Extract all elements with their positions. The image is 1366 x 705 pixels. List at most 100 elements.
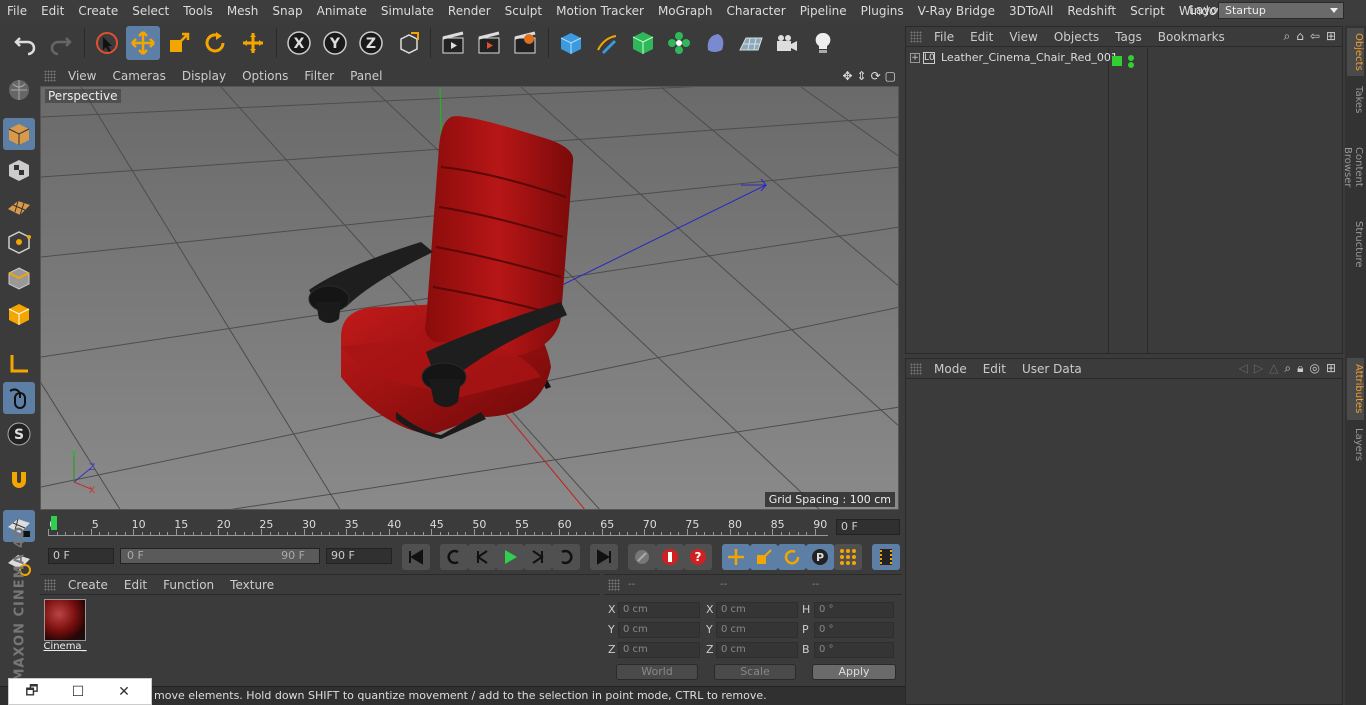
menu-redshift[interactable]: Redshift: [1060, 4, 1123, 18]
previous-frame-button[interactable]: [468, 544, 496, 570]
material-swatch[interactable]: Cinema_: [43, 599, 87, 655]
layer-color-icon[interactable]: [1112, 56, 1122, 66]
goto-start-button[interactable]: [402, 544, 430, 570]
object-name[interactable]: Leather_Cinema_Chair_Red_001: [941, 51, 1118, 64]
light-button[interactable]: [806, 26, 840, 60]
render-settings-button[interactable]: [508, 26, 542, 60]
layout-select[interactable]: Startup: [1218, 2, 1344, 19]
menu-render[interactable]: Render: [441, 4, 498, 18]
maximize-view-icon[interactable]: ▢: [885, 69, 896, 83]
menu-plugins[interactable]: Plugins: [854, 4, 911, 18]
maximize-window-icon[interactable]: ☐: [55, 684, 101, 700]
undo-button[interactable]: [8, 26, 42, 60]
recent-tools-button[interactable]: [236, 26, 270, 60]
viewport-menu-options[interactable]: Options: [234, 69, 296, 83]
rotation-field[interactable]: 0 °: [814, 622, 894, 638]
menu-select[interactable]: Select: [125, 4, 176, 18]
render-picture-viewer-button[interactable]: [472, 26, 506, 60]
rotation-field[interactable]: 0 °: [814, 602, 894, 618]
up-arrow-icon[interactable]: △: [1269, 361, 1278, 376]
x-axis-lock-button[interactable]: X: [282, 26, 316, 60]
polygons-mode-button[interactable]: [3, 298, 35, 330]
new-window-icon[interactable]: ⊞: [1326, 361, 1336, 376]
search-icon[interactable]: ⌕: [1284, 361, 1291, 376]
lock-icon[interactable]: 🔒︎: [1297, 361, 1303, 376]
menu-file[interactable]: File: [0, 4, 34, 18]
points-mode-button[interactable]: [3, 226, 35, 258]
timeline-window-button[interactable]: [872, 544, 900, 570]
tab-objects[interactable]: Objects: [1347, 28, 1364, 76]
cloner-button[interactable]: [662, 26, 696, 60]
key-pla-button[interactable]: [834, 544, 862, 570]
size-mode-select[interactable]: Scale: [714, 664, 796, 680]
attributes-menu-mode[interactable]: Mode: [926, 362, 975, 376]
menu-simulate[interactable]: Simulate: [374, 4, 441, 18]
current-frame-field[interactable]: 0 F: [836, 519, 900, 535]
minimize-window-icon[interactable]: 🗗: [9, 680, 55, 704]
z-axis-lock-button[interactable]: Z: [354, 26, 388, 60]
viewport-menu-cameras[interactable]: Cameras: [104, 69, 173, 83]
menu-script[interactable]: Script: [1123, 4, 1172, 18]
coordinate-space-select[interactable]: World: [616, 664, 698, 680]
rotation-field[interactable]: 0 °: [814, 642, 894, 658]
key-scale-button[interactable]: [750, 544, 778, 570]
tab-layers[interactable]: Layers: [1347, 424, 1364, 464]
object-row-chair[interactable]: + L0 Leather_Cinema_Chair_Red_001: [910, 51, 1118, 64]
record-keys-button[interactable]: [628, 544, 656, 570]
attributes-menu-user-data[interactable]: User Data: [1014, 362, 1090, 376]
menu-tools[interactable]: Tools: [176, 4, 220, 18]
viewport-menu-view[interactable]: View: [60, 69, 104, 83]
search-icon[interactable]: ⌕: [1284, 29, 1291, 44]
edges-mode-button[interactable]: [3, 262, 35, 294]
texture-mode-button[interactable]: [3, 154, 35, 186]
menu-mograph[interactable]: MoGraph: [651, 4, 720, 18]
menu-mesh[interactable]: Mesh: [220, 4, 266, 18]
objects-menu-bookmarks[interactable]: Bookmarks: [1150, 30, 1233, 44]
camera-label[interactable]: Perspective: [45, 89, 121, 103]
snap-magnet-button[interactable]: [3, 464, 35, 496]
position-field[interactable]: 0 cm: [618, 602, 700, 618]
tab-content-browser[interactable]: Content Browser: [1342, 122, 1364, 212]
new-window-icon[interactable]: ⊞: [1326, 29, 1336, 44]
end-frame-field[interactable]: 90 F: [326, 548, 392, 564]
cube-object-button[interactable]: [554, 26, 588, 60]
3d-viewport[interactable]: Y Z X Perspective Grid Spacing : 100 cm: [40, 86, 899, 510]
redo-button[interactable]: [44, 26, 78, 60]
back-icon[interactable]: ⇦: [1310, 29, 1320, 44]
key-position-button[interactable]: [722, 544, 750, 570]
previous-key-button[interactable]: [440, 544, 468, 570]
menu-pipeline[interactable]: Pipeline: [793, 4, 854, 18]
material-menu-function[interactable]: Function: [155, 578, 222, 592]
position-field[interactable]: 0 cm: [618, 622, 700, 638]
menu-v-ray-bridge[interactable]: V-Ray Bridge: [911, 4, 1002, 18]
y-axis-lock-button[interactable]: Y: [318, 26, 352, 60]
material-menu-create[interactable]: Create: [60, 578, 116, 592]
workplane-button[interactable]: [3, 190, 35, 222]
orbit-view-icon[interactable]: ⟳: [871, 69, 881, 83]
viewport-menu-display[interactable]: Display: [174, 69, 234, 83]
next-key-button[interactable]: [552, 544, 580, 570]
dolly-view-icon[interactable]: ⇕: [857, 69, 867, 83]
coordinate-system-button[interactable]: [392, 26, 426, 60]
viewport-menu-filter[interactable]: Filter: [296, 69, 342, 83]
attributes-menu-edit[interactable]: Edit: [975, 362, 1014, 376]
model-mode-button[interactable]: [3, 118, 35, 150]
start-frame-field[interactable]: 0 F: [48, 548, 114, 564]
frame-range-slider[interactable]: 0 F 90 F: [120, 548, 320, 564]
objects-menu-tags[interactable]: Tags: [1107, 30, 1150, 44]
menu-motion-tracker[interactable]: Motion Tracker: [549, 4, 651, 18]
move-tool-button[interactable]: [126, 26, 160, 60]
tweak-mode-button[interactable]: [3, 382, 35, 414]
menu-snap[interactable]: Snap: [265, 4, 309, 18]
tab-attributes[interactable]: Attributes: [1347, 358, 1364, 420]
deformer-button[interactable]: [698, 26, 732, 60]
scale-tool-button[interactable]: [162, 26, 196, 60]
render-visibility-dot[interactable]: [1128, 62, 1134, 68]
back-arrow-icon[interactable]: ◁: [1239, 361, 1248, 376]
objects-menu-edit[interactable]: Edit: [962, 30, 1001, 44]
editor-visibility-dot[interactable]: [1128, 55, 1134, 61]
home-icon[interactable]: ⌂: [1296, 29, 1304, 44]
material-menu-edit[interactable]: Edit: [116, 578, 155, 592]
apply-button[interactable]: Apply: [812, 664, 896, 680]
play-button[interactable]: [496, 544, 524, 570]
